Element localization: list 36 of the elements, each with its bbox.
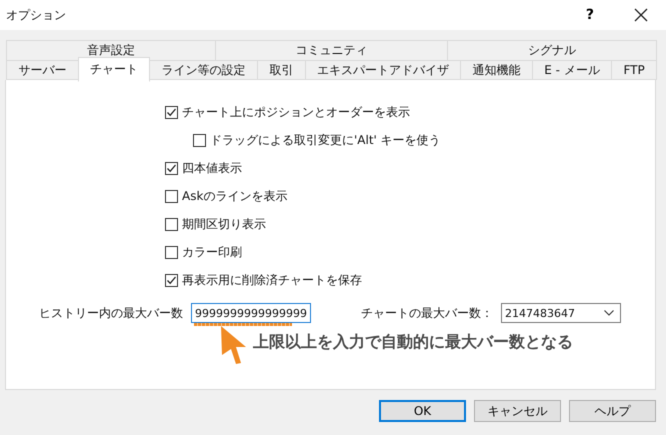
checkbox-label[interactable]: ドラッグによる取引変更に'Alt' キーを使う xyxy=(210,132,441,149)
checkbox[interactable] xyxy=(165,190,178,203)
tab[interactable]: チャート xyxy=(78,57,150,82)
field-label: ヒストリー内の最大バー数 xyxy=(39,304,183,322)
checkbox[interactable] xyxy=(165,218,178,231)
dropdown-field[interactable]: 2147483647 xyxy=(501,303,621,323)
close-icon[interactable] xyxy=(634,8,648,22)
tab[interactable]: E - メール xyxy=(532,60,612,80)
checkbox-label[interactable]: 四本値表示 xyxy=(182,160,242,177)
help-button[interactable]: ? xyxy=(586,7,594,23)
tab[interactable]: サーバー xyxy=(6,60,79,80)
tab[interactable]: シグナル xyxy=(447,40,658,60)
checkbox-label[interactable]: カラー印刷 xyxy=(182,244,242,261)
checkbox[interactable] xyxy=(165,106,178,119)
tab[interactable]: FTP xyxy=(611,60,658,80)
dialog-button[interactable]: キャンセル xyxy=(474,400,561,422)
dialog-button[interactable]: OK xyxy=(379,400,466,422)
checkbox-label[interactable]: Askのラインを表示 xyxy=(182,188,288,205)
window-title: オプション xyxy=(6,6,67,24)
tab[interactable]: エキスパートアドバイザ xyxy=(304,60,462,80)
checkbox-label[interactable]: 期間区切り表示 xyxy=(182,216,266,233)
checkbox-label[interactable]: チャート上にポジションとオーダーを表示 xyxy=(182,104,410,121)
tab[interactable]: 取引 xyxy=(256,60,306,80)
checkbox[interactable] xyxy=(165,162,178,175)
tab[interactable]: 通知機能 xyxy=(460,60,533,80)
tab[interactable]: ライン等の設定 xyxy=(149,60,258,80)
dropdown-field[interactable]: 9999999999999999 xyxy=(191,303,311,323)
dialog-button[interactable]: ヘルプ xyxy=(569,400,656,422)
field-label: チャートの最大バー数： xyxy=(361,304,493,322)
checkbox[interactable] xyxy=(165,274,178,287)
tab[interactable]: 音声設定 xyxy=(6,40,216,60)
checkbox-label[interactable]: 再表示用に削除済チャートを保存 xyxy=(182,272,362,289)
annotation-text: 上限以上を入力で自動的に最大バー数となる xyxy=(253,332,573,353)
checkbox[interactable] xyxy=(193,134,206,147)
chevron-down-icon[interactable] xyxy=(604,310,614,316)
checkbox[interactable] xyxy=(165,246,178,259)
